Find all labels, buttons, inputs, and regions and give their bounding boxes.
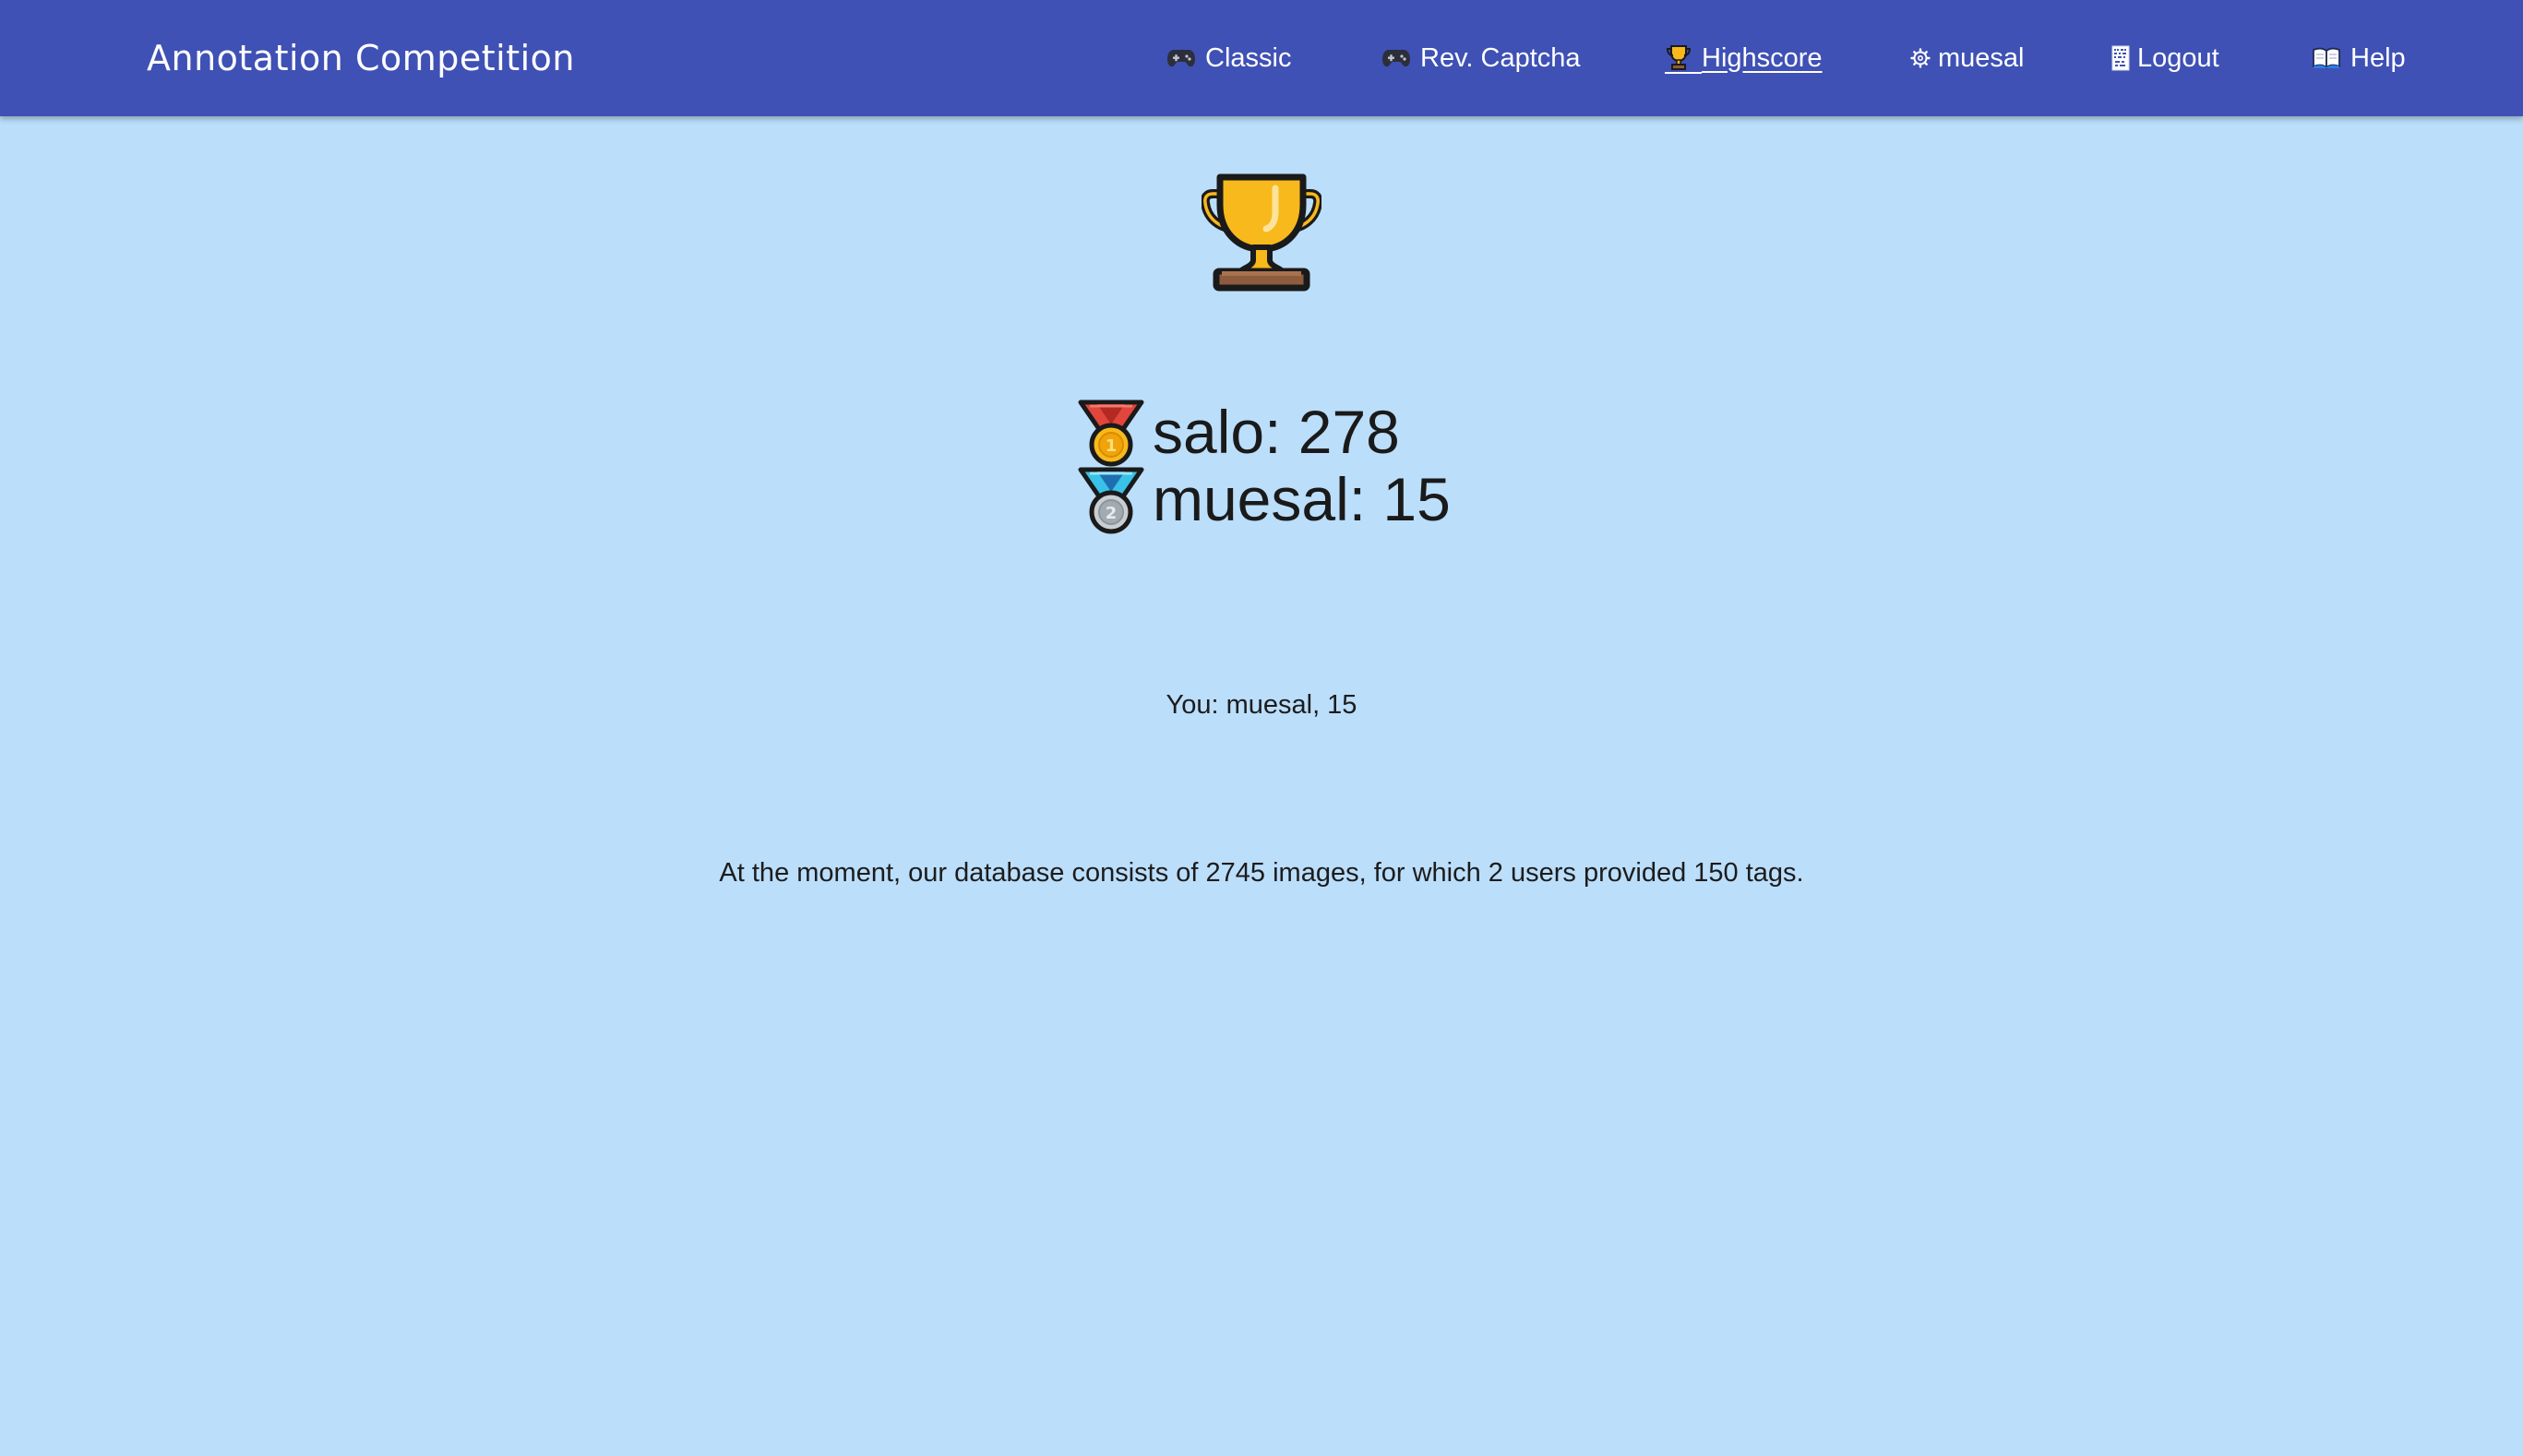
brand-title[interactable]: Annotation Competition [147,0,575,116]
highscore-entry-text: muesal: 15 [1153,465,1451,533]
nav-rev-captcha-label: Rev. Captcha [1420,42,1581,73]
gamepad-icon [1166,47,1196,69]
nav-classic-label: Classic [1205,42,1292,73]
nav-highscore[interactable]: Highscore [1665,0,1823,116]
nav-help-label: Help [2350,42,2406,73]
nav-user-settings[interactable]: muesal [1910,0,2025,116]
nav-help[interactable]: Help [2312,0,2406,116]
gold-medal-icon: 1 [1077,399,1145,467]
highscore-entry: 2 muesal: 15 [1077,466,1451,533]
highscore-entry: 1 salo: 278 [1077,399,1451,466]
book-icon [2312,47,2341,69]
gamepad-icon [1381,47,1411,69]
nav-user-label: muesal [1938,42,2025,73]
nav-classic[interactable]: Classic [1166,0,1291,116]
trophy-icon [1665,43,1702,74]
logout-icon [2111,45,2130,71]
silver-medal-icon: 2 [1077,466,1145,534]
medal-number: 2 [1106,504,1118,523]
highscore-entry-text: salo: 278 [1153,398,1400,466]
database-stats: At the moment, our database consists of … [719,858,1804,888]
highscore-list: 1 salo: 278 2 muesal: 15 [1077,399,1451,533]
nav-rev-captcha[interactable]: Rev. Captcha [1381,0,1581,116]
current-user-score: You: muesal, 15 [1166,690,1357,720]
top-navbar: Annotation Competition Classic Rev. Capt… [0,0,2523,116]
gear-icon [1910,48,1931,68]
medal-number: 1 [1106,436,1118,456]
trophy-icon [1200,170,1323,292]
nav-logout-label: Logout [2137,42,2219,73]
nav-logout[interactable]: Logout [2111,0,2219,116]
nav-highscore-label: Highscore [1702,42,1823,73]
